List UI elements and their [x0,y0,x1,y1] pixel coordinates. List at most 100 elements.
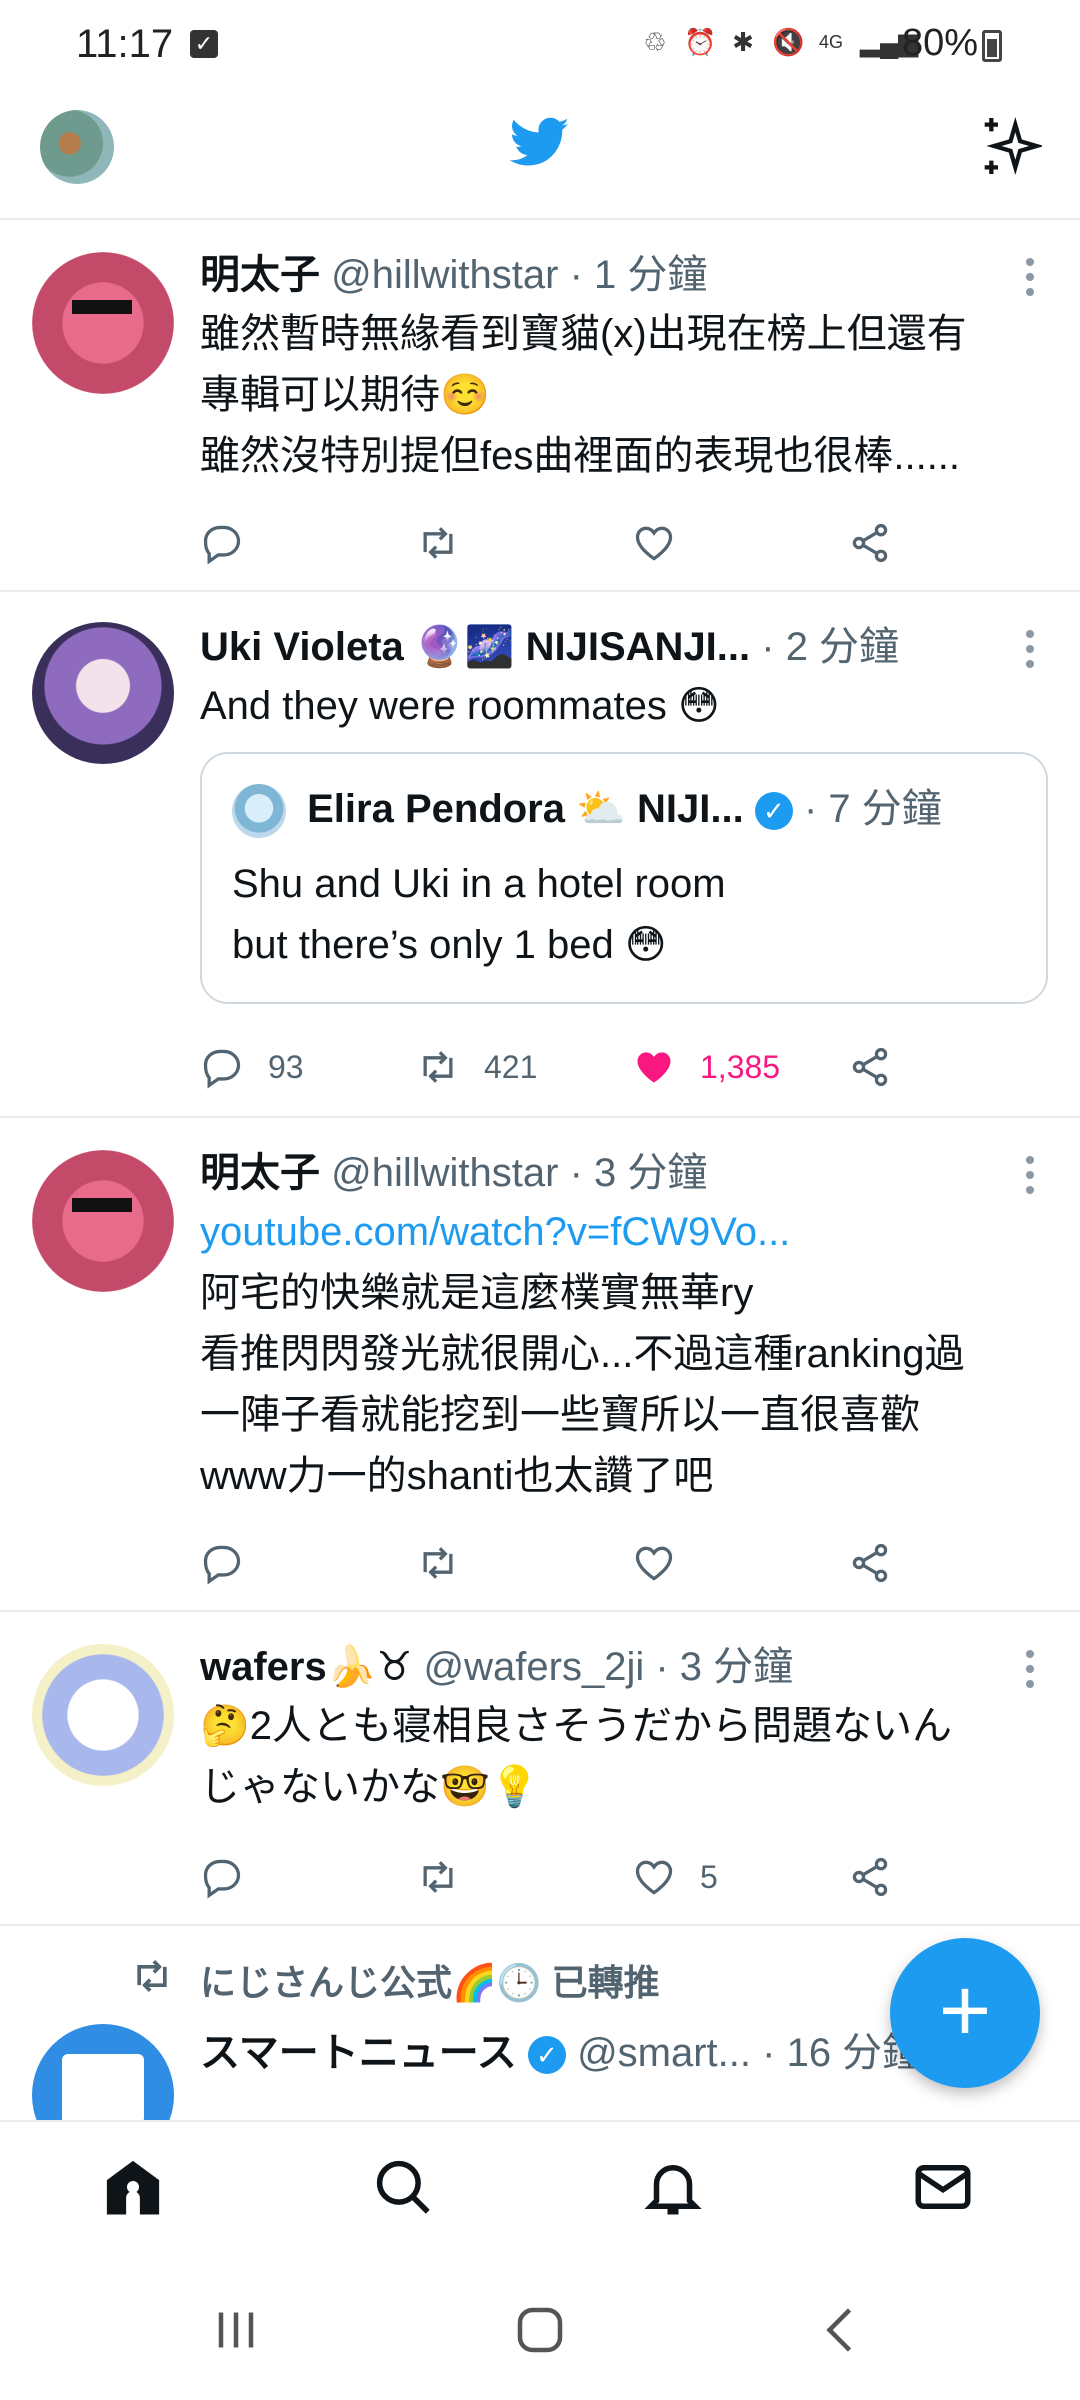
quoted-tweet[interactable]: Elira Pendora ⛅ NIJI... ✓ · 7 分鐘 Shu and… [200,752,1048,1004]
tweet[interactable]: 明太子 @hillwithstar · 3 分鐘 youtube.com/wat… [0,1118,1080,1612]
tweet-avatar[interactable] [32,1644,174,1786]
tweet-line: 專輯可以期待☺️ [200,373,490,417]
reply-button[interactable] [200,518,268,568]
tweet-author-name[interactable]: スマートニュース [200,2031,517,2075]
nav-messages[interactable] [910,2154,976,2220]
tweet-handle[interactable]: @hillwithstar [331,1151,558,1195]
home-icon [106,2160,160,2215]
heart-icon [635,526,673,561]
tweet[interactable]: wafers🍌♉ @wafers_2ji · 3 分鐘 🤔2人とも寝相良さそうだ… [0,1612,1080,1926]
app-header [0,92,1080,220]
tweet-line: 阿宅的快樂就是這麼樸實無華ry [200,1271,754,1315]
mail-icon [915,2165,971,2209]
quoted-line: Shu and Uki in a hotel room [232,862,726,906]
quoted-author-name: Elira Pendora ⛅ NIJI... [307,787,744,831]
tweet-line: 一陣子看就能挖到一些寶所以一直很喜歡 [200,1393,920,1437]
retweet-icon [423,1051,453,1083]
mute-icon: 🔇 [772,27,805,57]
battery-text: 80% [902,22,979,64]
recents-icon [218,2312,254,2348]
tweet-line: 🤔2人とも寝相良さそうだから問題ないん [200,1704,953,1748]
share-icon [852,1543,888,1583]
retweet-context-icon [137,1960,167,1992]
sunglasses-decor [72,1198,132,1212]
recents-button[interactable] [206,2300,266,2360]
smartnews-logo [62,2054,144,2120]
retweet-button[interactable] [416,1538,484,1588]
like-button[interactable] [632,1538,700,1588]
tweet-handle[interactable]: @hillwithstar [331,253,558,297]
more-options-icon[interactable] [1026,258,1034,303]
tweet-author-name[interactable]: wafers🍌♉ [200,1645,412,1689]
share-icon [852,1857,888,1897]
more-options-icon[interactable] [1026,630,1034,675]
checkbox-notification-icon: ✓ [190,30,218,58]
nav-search[interactable] [370,2154,436,2220]
tweet-line: www力一的shanti也太讚了吧 [200,1454,714,1498]
tweet-handle[interactable]: @smart... [577,2031,751,2075]
tweet-author-name[interactable]: 明太子 [200,253,320,297]
tweet-link[interactable]: youtube.com/watch?v=fCW9Vo... [200,1202,1060,1263]
tweet-author-name[interactable]: Uki Violeta 🔮🌌 NIJISANJI... [200,625,750,669]
nav-notifications[interactable] [640,2154,706,2220]
tweet-author-name[interactable]: 明太子 [200,1151,320,1195]
like-button[interactable]: 5 [632,1852,718,1902]
recycle-icon: ♲ [643,27,667,57]
reply-button[interactable] [200,1852,268,1902]
tweet-avatar[interactable] [32,252,174,394]
tweet-avatar[interactable] [32,2024,174,2120]
share-button[interactable] [848,1852,892,1902]
retweet-button[interactable]: 421 [416,1042,537,1092]
reply-icon [203,1859,241,1899]
retweet-icon [423,527,453,559]
tweet-time: · 3 分鐘 [569,1151,708,1195]
share-icon [852,523,888,563]
reply-count: 93 [268,1048,304,1085]
tweet[interactable]: 明太子 @hillwithstar · 1 分鐘 雖然暫時無緣看到寶貓(x)出現… [0,220,1080,592]
home-button[interactable] [510,2300,570,2360]
tweet-handle[interactable]: @wafers_2ji [424,1645,645,1689]
share-button[interactable] [848,1538,892,1588]
reply-button[interactable] [200,1538,268,1588]
more-options-icon[interactable] [1026,1650,1034,1695]
tweet-avatar[interactable] [32,1150,174,1292]
tweet-time: · 2 分鐘 [761,625,900,669]
tweet-line: 雖然暫時無緣看到寶貓(x)出現在榜上但還有 [200,312,967,356]
bell-icon [644,2165,702,2215]
like-button[interactable]: 1,385 [632,1042,780,1092]
like-button[interactable] [632,518,700,568]
compose-tweet-button[interactable]: + [890,1938,1040,2088]
share-button[interactable] [848,518,892,568]
share-button[interactable] [848,1042,892,1092]
reply-button[interactable]: 93 [200,1042,304,1092]
quoted-avatar [232,784,286,839]
quoted-line: but there’s only 1 bed 😳 [232,923,667,967]
twitter-bird-icon[interactable] [506,112,574,172]
retweet-icon [423,1861,453,1893]
reply-icon [203,1049,241,1089]
sparkle-icon[interactable] [978,114,1042,178]
status-bar: 11:17 ✓ ♲ ⏰ ✱ 🔇 4G ▂▄▆ 80% [0,0,1080,92]
like-count: 1,385 [700,1048,781,1085]
heart-icon [635,1546,673,1581]
profile-avatar[interactable] [40,110,114,184]
share-icon [852,1047,888,1087]
back-icon [826,2308,852,2352]
signal-icon: ▂▄▆ [860,27,919,57]
tweet-line: 看推閃閃發光就很開心...不過這種ranking過 [200,1332,965,1376]
timeline-feed[interactable]: 明太子 @hillwithstar · 1 分鐘 雖然暫時無緣看到寶貓(x)出現… [0,220,1080,2120]
more-options-icon[interactable] [1026,1156,1034,1201]
retweet-context[interactable]: にじさんじ公式🌈🕒 已轉推 [200,1954,660,2006]
nav-home[interactable] [100,2154,166,2220]
tweet[interactable]: Uki Violeta 🔮🌌 NIJISANJI... · 2 分鐘 And t… [0,592,1080,1118]
retweet-button[interactable] [416,1852,484,1902]
retweet-button[interactable] [416,518,484,568]
tweet-avatar[interactable] [32,622,174,764]
retweet-icon [423,1547,453,1579]
alarm-icon: ⏰ [684,27,717,57]
heart-filled-icon [637,1052,671,1083]
back-button[interactable] [812,2300,872,2360]
bluetooth-icon: ✱ [732,27,754,57]
4g-icon: 4G [818,32,843,52]
tweet-time: · 1 分鐘 [569,253,708,297]
